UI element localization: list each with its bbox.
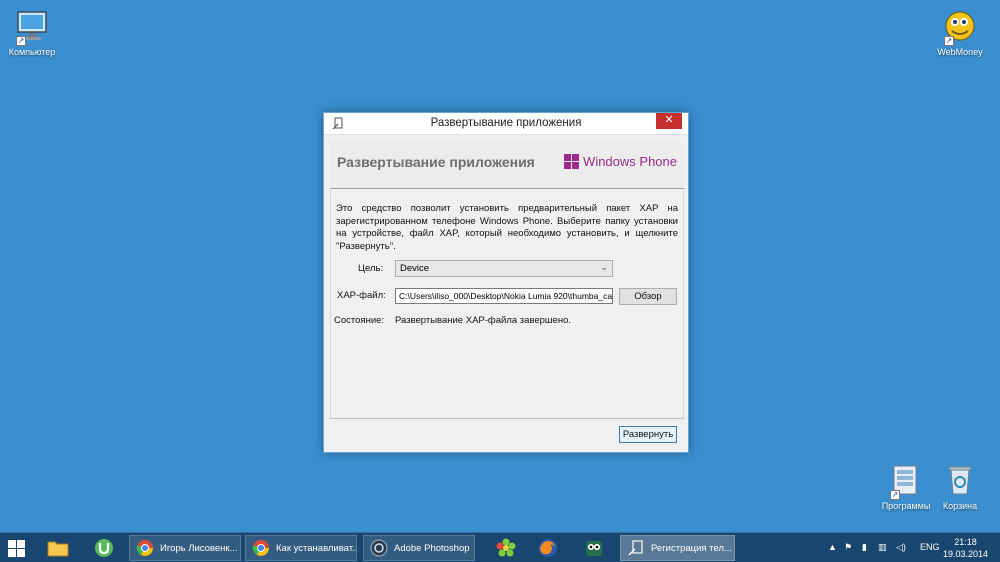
taskbar-owl-app[interactable] bbox=[574, 535, 614, 561]
taskbar-icq[interactable] bbox=[486, 535, 526, 561]
browse-button[interactable]: Обзор bbox=[619, 288, 677, 305]
desktop-icon-computer[interactable]: ↗ Компьютер bbox=[0, 8, 64, 57]
start-button[interactable] bbox=[8, 540, 25, 557]
owl-icon bbox=[586, 541, 602, 556]
dialog-titlebar[interactable]: Развертывание приложения ✕ bbox=[324, 113, 688, 135]
shortcut-arrow-icon: ↗ bbox=[944, 36, 954, 46]
chrome-icon bbox=[136, 540, 153, 556]
utorrent-icon bbox=[95, 539, 113, 557]
clock[interactable]: 21:18 19.03.2014 bbox=[943, 536, 988, 560]
close-button[interactable]: ✕ bbox=[656, 113, 682, 129]
action-center-flag-icon[interactable]: ⚑ bbox=[844, 542, 852, 553]
close-icon: ✕ bbox=[664, 114, 674, 126]
windows-phone-logo: Windows Phone bbox=[564, 154, 677, 169]
recycle-bin-icon bbox=[942, 462, 978, 498]
xap-label: XAP-файл: bbox=[337, 290, 386, 301]
chevron-down-icon: ⌄ bbox=[600, 262, 608, 272]
clock-time: 21:18 bbox=[954, 537, 977, 547]
network-icon[interactable]: ▥ bbox=[878, 542, 887, 553]
desktop-icon-recycle-bin[interactable]: Корзина bbox=[928, 462, 992, 511]
taskbar-task-chrome-2[interactable]: Как устанавливат... bbox=[245, 535, 357, 561]
folder-icon bbox=[47, 541, 69, 557]
task-label: Регистрация тел... bbox=[651, 542, 732, 554]
brand-text: Windows Phone bbox=[583, 154, 677, 169]
windows-logo-icon bbox=[564, 154, 580, 169]
taskbar-task-photoshop[interactable]: Adobe Photoshop bbox=[363, 535, 475, 561]
desktop-icon-webmoney[interactable]: ↗ WebMoney bbox=[928, 8, 992, 57]
input-language[interactable]: ENG bbox=[920, 542, 940, 552]
icq-flower-icon bbox=[496, 538, 516, 557]
taskbar-file-explorer[interactable] bbox=[38, 535, 78, 561]
deploy-button[interactable]: Развернуть bbox=[619, 426, 677, 443]
xap-file-input[interactable]: C:\Users\iliso_000\Desktop\Nokia Lumia 9… bbox=[395, 288, 613, 304]
deploy-app-icon bbox=[628, 540, 643, 556]
desktop-icon-label: Компьютер bbox=[8, 47, 56, 57]
taskbar-task-chrome-1[interactable]: Игорь Лисовенк... bbox=[129, 535, 241, 561]
taskbar-firefox[interactable] bbox=[528, 535, 568, 561]
target-select[interactable]: Device ⌄ bbox=[395, 260, 613, 277]
deploy-dialog: Развертывание приложения ✕ Развертывание… bbox=[323, 112, 689, 453]
status-value: Развертывание XAP-файла завершено. bbox=[395, 315, 571, 326]
status-label: Состояние: bbox=[334, 315, 385, 326]
dialog-title: Развертывание приложения bbox=[430, 117, 582, 129]
target-select-value: Device bbox=[400, 263, 430, 274]
dialog-header: Развертывание приложения Windows Phone bbox=[330, 141, 684, 189]
battery-icon[interactable]: ▮ bbox=[862, 542, 867, 553]
task-label: Adobe Photoshop bbox=[394, 542, 470, 554]
header-title: Развертывание приложения bbox=[337, 154, 535, 170]
shortcut-arrow-icon: ↗ bbox=[890, 490, 900, 500]
photoshop-icon bbox=[370, 539, 388, 557]
taskbar: Игорь Лисовенк... Как устанавливат... Ad… bbox=[0, 532, 1000, 562]
firefox-icon bbox=[539, 539, 557, 557]
desktop-icon-label: Корзина bbox=[942, 501, 978, 511]
chrome-icon bbox=[252, 540, 269, 556]
windows-start-icon bbox=[8, 540, 25, 557]
computer-icon: ↗ bbox=[14, 8, 50, 46]
description-text: Это средство позволит установить предвар… bbox=[336, 203, 678, 252]
volume-icon[interactable]: ◁) bbox=[896, 542, 906, 553]
shortcut-arrow-icon: ↗ bbox=[16, 36, 26, 46]
clock-date: 19.03.2014 bbox=[942, 549, 988, 559]
task-label: Как устанавливат... bbox=[276, 542, 357, 554]
task-label: Игорь Лисовенк... bbox=[160, 542, 238, 554]
target-label: Цель: bbox=[358, 263, 384, 274]
webmoney-icon: ↗ bbox=[942, 8, 978, 46]
programs-icon: ↗ bbox=[888, 462, 924, 500]
desktop-icon-label: WebMoney bbox=[937, 47, 983, 57]
taskbar-task-deploy[interactable]: Регистрация тел... bbox=[620, 535, 735, 561]
show-hidden-icons-icon[interactable]: ▲ bbox=[828, 542, 837, 552]
taskbar-utorrent[interactable] bbox=[84, 535, 124, 561]
